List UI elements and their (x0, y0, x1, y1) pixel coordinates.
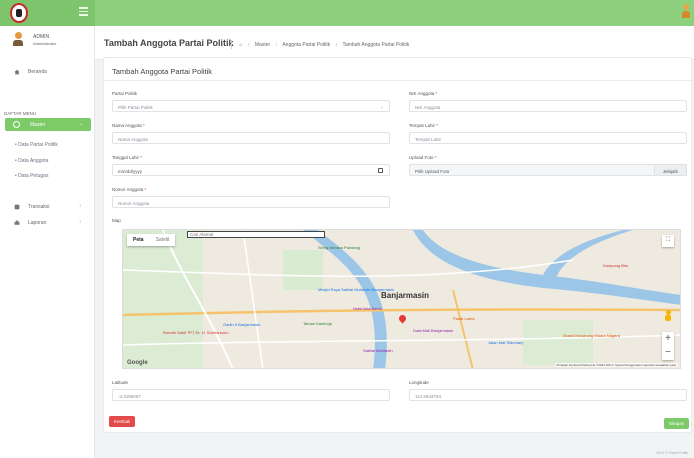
map-type-tabs: Peta Satelit (127, 234, 176, 246)
longitude-input[interactable]: 114.5943784 (409, 389, 687, 401)
hamburger-menu-icon[interactable] (79, 7, 88, 16)
latitude-input[interactable]: -3.3186097 (112, 389, 390, 401)
tempat-lahir-input[interactable]: Tempat Lahir (409, 132, 687, 144)
party-logo (10, 3, 28, 23)
breadcrumb-master[interactable]: Master (255, 42, 270, 48)
map-label: Map (112, 218, 121, 223)
zoom-in-button[interactable]: + (662, 332, 674, 346)
longitude-label: Longitude (409, 380, 429, 385)
browse-button[interactable]: Jelajahi (653, 164, 687, 176)
sidebar-item-label: Master (30, 122, 46, 128)
latitude-label: Latitude (112, 380, 129, 385)
map-view[interactable]: Peta Satelit Banjarmasin Mesjid Raya Sab… (122, 229, 681, 369)
map-place-label: Siring Menara Pandang (318, 245, 361, 250)
map-attribution[interactable]: Pintasan keyboard Data peta ©2024 200 m … (554, 363, 678, 367)
brand-area (0, 0, 95, 26)
database-icon (14, 204, 20, 210)
save-button[interactable]: Simpan (664, 418, 690, 429)
nik-input[interactable]: NIK Anggota (409, 100, 687, 112)
map-place-label: Gadih 5 Banjarmasin (223, 322, 261, 327)
sidebar-item-laporan[interactable]: Laporan ‹ (0, 217, 95, 229)
street-view-icon[interactable] (665, 310, 671, 322)
card-title: Tambah Anggota Partai Politik (112, 67, 213, 76)
map-city-label: Banjarmasin (381, 291, 430, 300)
fullscreen-icon[interactable]: ⛶ (662, 235, 674, 247)
nama-label: Nama Anggota * (112, 123, 145, 128)
tanggal-lahir-input[interactable]: mm/dd/yyyy (112, 164, 390, 176)
sidebar-item-master[interactable]: Master ⌄ (5, 118, 91, 131)
map-place-label: Grand Kecubung Muara Nagara (563, 333, 620, 338)
user-name: ADMIN (33, 34, 50, 40)
map-place-label: Jalan Mat Sidomary (488, 340, 524, 345)
map-place-label: Duta Mall Banjarmasin (413, 328, 454, 333)
nama-input[interactable]: Nama Anggota (112, 132, 390, 144)
breadcrumb: ⌂ › Master › Anggota Partai Politik › Ta… (231, 40, 409, 49)
chevron-down-icon: ⌄ (379, 104, 384, 110)
breadcrumb-anggota[interactable]: Anggota Partai Politik (282, 42, 330, 48)
map-search-input[interactable] (187, 231, 325, 238)
printer-icon (14, 220, 20, 225)
sidebar-item-label: Transaksi (28, 204, 50, 210)
tempat-lahir-label: Tempat Lahir * (409, 123, 439, 128)
map-place-label: Rumah Sakit TPT Dr. H. Soeharsono (163, 330, 229, 335)
sidebar-item-transaksi[interactable]: Transaksi ‹ (0, 201, 95, 213)
chevron-left-icon: ‹ (79, 219, 81, 225)
home-icon (14, 69, 20, 75)
calendar-icon[interactable] (378, 168, 383, 173)
map-place-label: Hotel Aria Barito (353, 306, 382, 311)
sidebar-subitem-petugas[interactable]: • Data Petugas (15, 173, 48, 179)
chevron-down-icon: ⌄ (78, 121, 83, 127)
back-button[interactable]: Kembali (109, 416, 136, 427)
breadcrumb-current: Tambah Anggota Partai Politik (342, 41, 410, 48)
sidebar: ADMIN Administrator Beranda DAFTAR MENU … (0, 26, 95, 458)
zoom-control: + − (662, 332, 674, 360)
partai-select[interactable]: Pilih Partai Politik ⌄ (112, 100, 390, 112)
sidebar-item-label: Laporan (28, 220, 47, 226)
top-navbar (0, 0, 694, 26)
partai-label: Partai Politik (112, 91, 138, 96)
nik-label: NIK Anggota * (409, 91, 438, 96)
page-title: Tambah Anggota Partai Politik (104, 38, 234, 48)
circle-icon (13, 121, 20, 128)
map-place-label: Sabilal Muhtadin (363, 348, 393, 353)
sidebar-subitem-partai[interactable]: • Data Partai Politik (15, 142, 58, 148)
map-place-label: Kampung Biru (603, 263, 629, 268)
map-place-label: Taman Kamboja (303, 321, 332, 326)
map-tab-peta[interactable]: Peta (127, 234, 150, 246)
avatar (13, 32, 23, 46)
zoom-out-button[interactable]: − (662, 346, 674, 360)
google-logo: Google (127, 360, 148, 366)
foto-label: Upload Foto * (409, 155, 437, 160)
nomor-input[interactable]: Nomor Anggota (112, 196, 390, 208)
map-place-label: Mesjid Raya Sabilal Muhtadin Banjarmasin (318, 287, 395, 292)
page-header: Tambah Anggota Partai Politik ⌂ › Master… (95, 26, 694, 60)
map-place-label: Pasar Lama (453, 316, 475, 321)
sidebar-section-label: DAFTAR MENU (4, 111, 37, 116)
footer-text: 2024 © Partai Politik (656, 451, 688, 455)
user-profile-icon[interactable] (682, 4, 690, 18)
foto-input[interactable]: Pilih Upload Foto Jelajahi (409, 164, 687, 176)
sidebar-item-beranda[interactable]: Beranda (0, 66, 95, 78)
sidebar-subitem-anggota[interactable]: • Data Anggota (15, 158, 48, 164)
tanggal-lahir-label: Tanggal Lahir * (112, 155, 143, 160)
home-icon[interactable]: ⌂ (239, 42, 242, 48)
divider (104, 80, 693, 81)
chevron-left-icon: ‹ (79, 203, 81, 209)
nomor-label: Nomor Anggota * (112, 187, 147, 192)
map-tab-satelit[interactable]: Satelit (150, 234, 176, 246)
user-box: ADMIN Administrator (13, 32, 93, 48)
sidebar-item-label: Beranda (28, 69, 47, 75)
user-role: Administrator (33, 41, 57, 46)
